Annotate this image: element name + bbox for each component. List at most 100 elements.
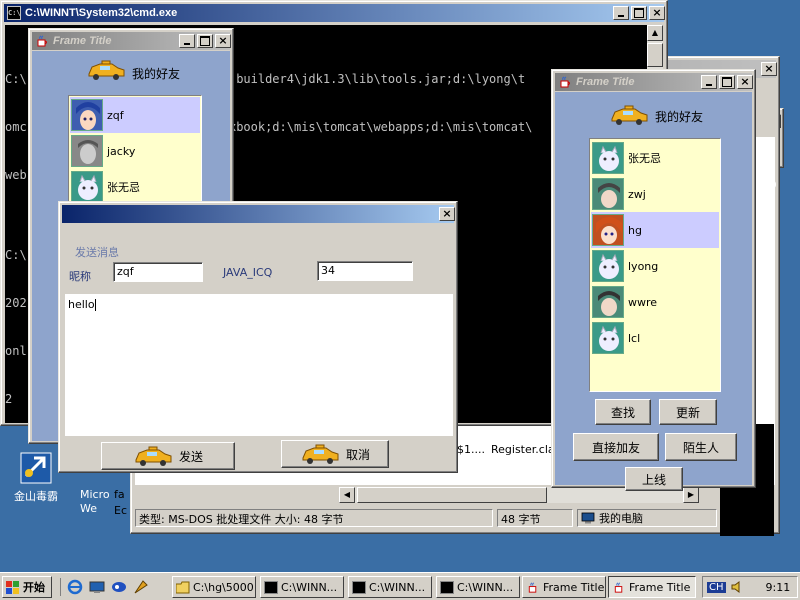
close-icon[interactable]: × <box>649 6 665 20</box>
message-textarea[interactable]: hello <box>65 294 453 436</box>
frame-right-title: Frame Title <box>576 76 635 88</box>
taxi-icon <box>135 446 172 466</box>
maximize-icon[interactable] <box>197 34 213 48</box>
frame-left-heading: 我的好友 <box>132 67 181 81</box>
anime-boy-icon <box>592 178 624 210</box>
frame-right-heading: 我的好友 <box>655 110 704 124</box>
maximize-icon[interactable] <box>631 6 647 20</box>
maximize-icon[interactable] <box>719 75 735 89</box>
task-button[interactable]: C:\WINN... <box>260 576 344 598</box>
frame-right-panel: 我的好友 张无忌 zwj hg lyong wwre lcl 查找 更新 直接加… <box>555 92 752 491</box>
gray-face-icon <box>71 135 103 167</box>
friend-item[interactable]: 张无忌 <box>70 169 200 205</box>
task-label: Frame Title <box>543 580 605 594</box>
launcher-icon[interactable] <box>133 579 149 595</box>
java-cup-icon <box>614 581 623 593</box>
friend-list[interactable]: zqf jacky 张无忌 <box>68 95 202 205</box>
anime-redhead-icon <box>592 214 624 246</box>
friend-item[interactable]: lyong <box>591 248 719 284</box>
scroll-left-icon[interactable]: ◀ <box>339 487 355 503</box>
antivirus-icon <box>20 452 52 484</box>
console-icon <box>264 580 278 594</box>
cmd-titlebar[interactable]: C:\ C:\WINNT\System32\cmd.exe <box>4 4 664 22</box>
cartoon-cat-icon <box>592 250 624 282</box>
status-size: 48 字节 <box>497 509 573 527</box>
anime-girl-blue-icon <box>71 99 103 131</box>
add-direct-button[interactable]: 直接加友 <box>573 433 659 461</box>
console-icon: C:\ <box>7 6 21 20</box>
stranger-button[interactable]: 陌生人 <box>665 433 737 461</box>
taxi-icon <box>88 60 125 80</box>
friend-name: 张无忌 <box>107 181 140 194</box>
desktop-icon[interactable] <box>89 579 105 595</box>
friend-frame-right: Frame Title × 我的好友 张无忌 zwj hg lyong wwre… <box>551 69 756 491</box>
friend-item[interactable]: lcl <box>591 320 719 356</box>
task-button[interactable]: Frame Title <box>522 576 606 598</box>
close-icon[interactable]: × <box>439 207 455 221</box>
speaker-icon[interactable] <box>730 580 744 594</box>
close-icon[interactable]: × <box>737 75 753 89</box>
cartoon-cat-icon <box>592 142 624 174</box>
file-name[interactable]: Register.clas <box>491 443 560 456</box>
search-button[interactable]: 查找 <box>595 399 651 425</box>
frame-left-title: Frame Title <box>53 35 112 47</box>
friend-name: 张无忌 <box>628 152 661 165</box>
minimize-icon[interactable] <box>613 6 629 20</box>
ie-icon[interactable] <box>67 579 83 595</box>
cancel-button[interactable]: 取消 <box>281 440 389 468</box>
online-button[interactable]: 上线 <box>625 467 683 491</box>
friend-item[interactable]: zqf <box>70 97 200 133</box>
windows-logo-icon <box>6 580 19 594</box>
clock[interactable]: 9:11 <box>766 581 791 594</box>
right-text-fragment: om <box>755 193 770 207</box>
friend-item[interactable]: hg <box>591 212 719 248</box>
console-icon <box>352 580 366 594</box>
task-label: C:\hg\5000 <box>193 580 254 594</box>
friend-item[interactable]: zwj <box>591 176 719 212</box>
start-button[interactable]: 开始 <box>2 576 52 598</box>
refresh-button[interactable]: 更新 <box>659 399 717 425</box>
java-cup-icon <box>37 35 47 47</box>
taxi-icon <box>611 105 648 125</box>
file-name[interactable]: $1.... <box>457 443 485 456</box>
icq-id-field[interactable]: 34 <box>317 261 413 281</box>
java-cup-icon <box>560 76 570 88</box>
console-icon <box>440 580 454 594</box>
dialog-titlebar[interactable] <box>62 205 454 223</box>
friend-name: hg <box>628 223 642 237</box>
close-icon[interactable]: × <box>215 34 231 48</box>
friend-item[interactable]: wwre <box>591 284 719 320</box>
outlook-icon[interactable] <box>111 579 127 595</box>
icq-id-label: JAVA_ICQ <box>223 266 273 279</box>
send-message-dialog: × 发送消息 昵称 zqf JAVA_ICQ 34 hello 发送 取消 <box>58 201 458 473</box>
text-cursor <box>94 299 96 311</box>
friend-name: lcl <box>628 331 641 345</box>
nickname-field[interactable]: zqf <box>113 262 203 282</box>
friend-item[interactable]: 张无忌 <box>591 140 719 176</box>
friend-name: zwj <box>628 187 646 201</box>
task-button[interactable]: C:\hg\5000 <box>172 576 256 598</box>
task-button[interactable]: C:\WINN... <box>348 576 432 598</box>
friend-item[interactable]: jacky <box>70 133 200 169</box>
desktop-icon-kingsoft[interactable]: 金山毒霸 <box>8 452 64 508</box>
message-text: hello <box>68 298 95 311</box>
task-button[interactable]: C:\WINN... <box>436 576 520 598</box>
task-button[interactable]: Frame Title <box>608 576 696 598</box>
task-label: C:\WINN... <box>369 580 426 594</box>
scroll-up-icon[interactable]: ▲ <box>647 25 663 41</box>
ime-indicator[interactable]: CH <box>707 581 726 593</box>
send-button[interactable]: 发送 <box>101 442 235 470</box>
java-cup-icon <box>528 581 537 593</box>
scroll-thumb[interactable] <box>357 487 547 503</box>
minimize-icon[interactable] <box>701 75 717 89</box>
task-label: Frame Title <box>629 580 691 594</box>
scroll-right-icon[interactable]: ▶ <box>683 487 699 503</box>
right-text-fragment: lyo <box>755 177 777 191</box>
friend-name: jacky <box>107 144 136 158</box>
status-bar: 类型: MS-DOS 批处理文件 大小: 48 字节 48 字节 我的电脑 <box>135 509 775 529</box>
minimize-icon[interactable] <box>179 34 195 48</box>
scroll-thumb[interactable] <box>647 43 663 67</box>
taskbar: 开始 C:\hg\5000 C:\WINN... C:\WINN... C:\W… <box>0 572 800 600</box>
friend-list[interactable]: 张无忌 zwj hg lyong wwre lcl <box>589 138 721 392</box>
close-icon[interactable]: × <box>761 62 777 76</box>
